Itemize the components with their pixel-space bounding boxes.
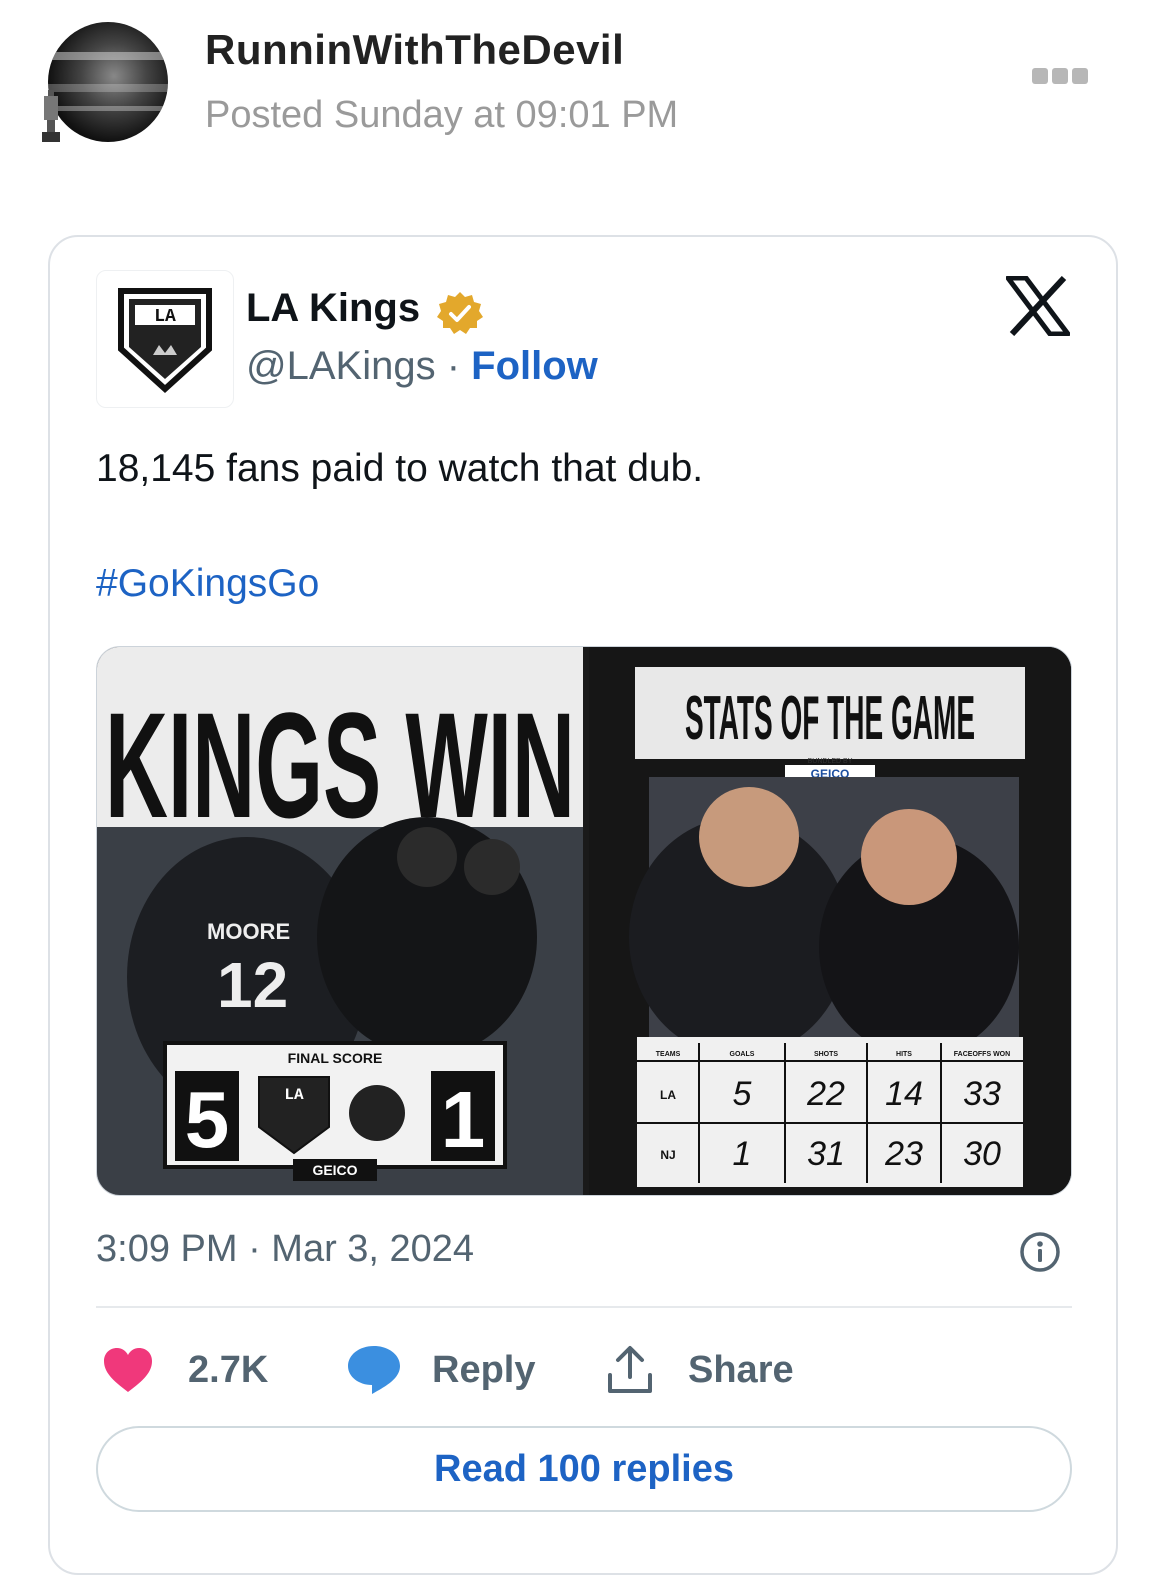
svg-text:LA: LA (154, 307, 176, 327)
tweet-text: 18,145 fans paid to watch that dub. (96, 447, 704, 490)
like-count: 2.7K (188, 1348, 269, 1391)
trophy-icon (42, 90, 60, 142)
home-score: 5 (185, 1075, 230, 1164)
user-avatar[interactable] (48, 22, 168, 142)
read-replies-button[interactable]: Read 100 replies (96, 1426, 1072, 1512)
reply-button[interactable]: Reply (346, 1340, 535, 1400)
team-logo-text: LA (284, 1086, 304, 1104)
follow-link[interactable]: Follow (471, 344, 598, 388)
row2-team: NJ (660, 1148, 675, 1162)
kings-logo-icon: LA (118, 288, 212, 394)
stats-image[interactable]: STATS OF THE GAME BUNDLED BY GEICO TEAMS… (589, 647, 1071, 1195)
separator: · (435, 344, 472, 388)
share-icon (608, 1346, 652, 1393)
player-name: MOORE (207, 919, 290, 944)
stats-graphic: STATS OF THE GAME BUNDLED BY GEICO TEAMS… (589, 647, 1071, 1195)
post-timestamp: Posted Sunday at 09:01 PM (205, 94, 679, 136)
tweet-media[interactable]: KINGS WIN MOORE 12 FINAL SCORE 5 1 LA GE… (96, 646, 1072, 1196)
row1-team: LA (660, 1088, 676, 1102)
like-button[interactable]: 2.7K (102, 1340, 268, 1400)
row1-hits: 14 (885, 1075, 923, 1113)
reply-bubble-icon (348, 1346, 400, 1394)
hashtag-link[interactable]: #GoKingsGo (96, 562, 319, 606)
row2-goals: 1 (733, 1135, 752, 1173)
col-hits: HITS (896, 1051, 912, 1058)
share-label: Share (688, 1348, 794, 1391)
heart-icon (104, 1348, 152, 1392)
stats-title: STATS OF THE GAME (685, 684, 975, 753)
final-score-label: FINAL SCORE (288, 1050, 383, 1066)
account-avatar[interactable]: LA (96, 270, 234, 408)
x-logo-icon[interactable] (1006, 276, 1070, 336)
row1-goals: 5 (733, 1075, 752, 1113)
col-faceoffs: FACEOFFS WON (954, 1051, 1010, 1058)
headline-text: KINGS WIN (105, 681, 575, 849)
col-goals: GOALS (730, 1051, 755, 1058)
more-icon[interactable] (1032, 68, 1088, 88)
account-handle-line: @LAKings · Follow (246, 344, 598, 389)
row1-shots: 22 (806, 1075, 845, 1113)
row2-faceoffs: 30 (963, 1135, 1001, 1173)
sponsor-left: GEICO (312, 1162, 357, 1178)
share-button[interactable]: Share (606, 1340, 794, 1400)
away-score: 1 (441, 1075, 486, 1164)
post-username[interactable]: RunninWithTheDevil (205, 26, 624, 74)
final-score-image[interactable]: KINGS WIN MOORE 12 FINAL SCORE 5 1 LA GE… (97, 647, 583, 1195)
player-number: 12 (217, 949, 288, 1021)
row1-faceoffs: 33 (963, 1075, 1001, 1113)
row2-hits: 23 (884, 1135, 923, 1173)
divider (96, 1306, 1072, 1308)
row2-shots: 31 (807, 1135, 845, 1173)
col-teams: TEAMS (656, 1051, 681, 1058)
bundled-by: BUNDLED BY (808, 758, 853, 765)
account-handle[interactable]: @LAKings (246, 344, 436, 388)
tweet-timestamp[interactable]: 3:09 PM · Mar 3, 2024 (96, 1228, 474, 1271)
reply-label: Reply (432, 1348, 536, 1391)
col-shots: SHOTS (814, 1051, 838, 1058)
final-score-graphic: KINGS WIN MOORE 12 FINAL SCORE 5 1 LA GE… (97, 647, 583, 1195)
info-icon[interactable] (1018, 1230, 1062, 1274)
verified-badge-icon (437, 292, 483, 334)
account-name[interactable]: LA Kings (246, 286, 420, 331)
